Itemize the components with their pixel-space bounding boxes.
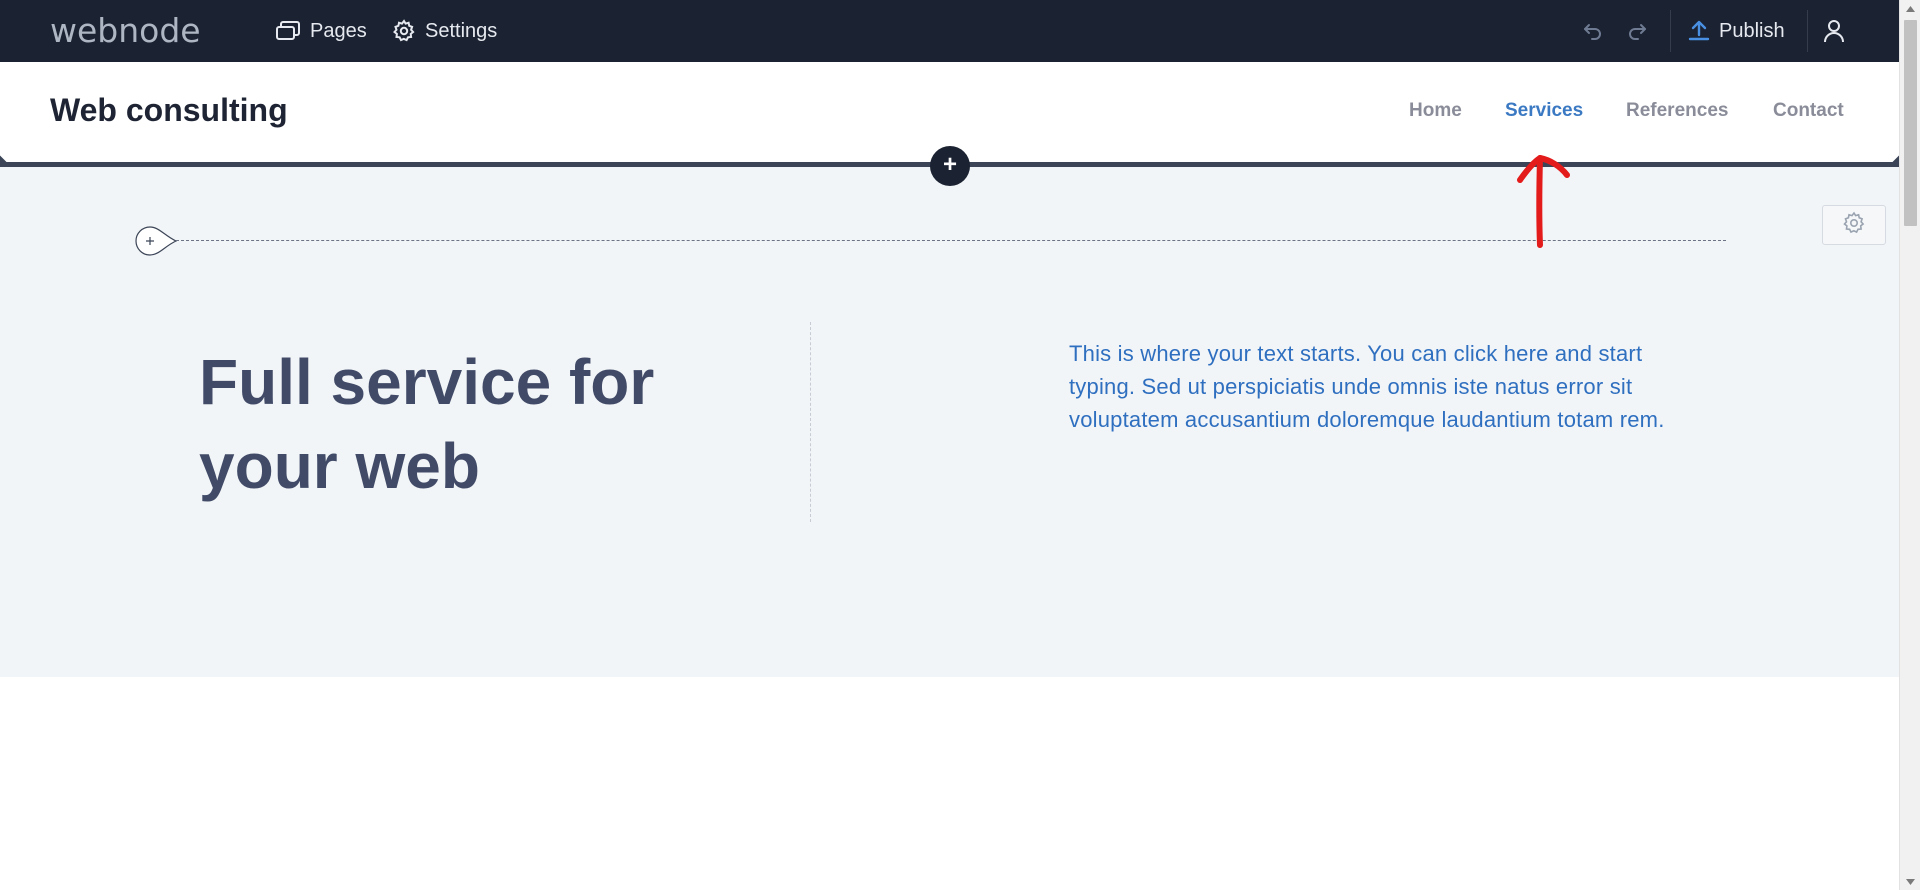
- hero-section: Full service for your web This is where …: [0, 167, 1899, 677]
- plus-icon: [135, 226, 178, 256]
- gear-icon: [1842, 211, 1866, 240]
- pages-icon: [275, 20, 301, 42]
- add-section-button[interactable]: +: [930, 146, 970, 186]
- nav-item-services[interactable]: Services: [1505, 100, 1583, 122]
- publish-button[interactable]: Publish: [1688, 0, 1785, 62]
- column-divider: [810, 322, 811, 522]
- hero-body-text[interactable]: This is where your text starts. You can …: [1069, 337, 1709, 436]
- add-row-button[interactable]: [135, 226, 178, 256]
- row-guide-line: [176, 240, 1726, 241]
- upload-icon: [1688, 20, 1710, 42]
- scrollbar-thumb[interactable]: [1904, 20, 1917, 226]
- scroll-up-button[interactable]: [1900, 0, 1920, 17]
- vertical-scrollbar[interactable]: [1899, 0, 1920, 890]
- site-title[interactable]: Web consulting: [50, 92, 288, 129]
- pages-label: Pages: [310, 19, 367, 42]
- toolbar-separator: [1670, 10, 1671, 52]
- user-icon: [1823, 19, 1845, 43]
- nav-item-references[interactable]: References: [1626, 100, 1728, 122]
- pages-button[interactable]: Pages: [275, 0, 367, 62]
- chevron-down-icon: [1906, 878, 1915, 885]
- settings-button[interactable]: Settings: [392, 0, 497, 62]
- user-account-button[interactable]: [1823, 0, 1845, 62]
- redo-button[interactable]: [1626, 0, 1648, 62]
- hero-heading[interactable]: Full service for your web: [199, 340, 759, 508]
- plus-icon: +: [942, 151, 957, 178]
- editor-toolbar: webnode Pages Settings Publish: [0, 0, 1899, 62]
- publish-label: Publish: [1719, 19, 1785, 42]
- toolbar-separator: [1807, 10, 1808, 52]
- undo-button[interactable]: [1582, 0, 1604, 62]
- gear-icon: [392, 19, 416, 43]
- webnode-logo[interactable]: webnode: [50, 12, 201, 50]
- settings-label: Settings: [425, 19, 498, 42]
- section-settings-button[interactable]: [1822, 205, 1886, 245]
- scroll-down-button[interactable]: [1900, 873, 1920, 890]
- chevron-up-icon: [1906, 5, 1915, 12]
- nav-item-contact[interactable]: Contact: [1773, 100, 1844, 122]
- redo-icon: [1626, 21, 1648, 41]
- undo-icon: [1582, 21, 1604, 41]
- nav-item-home[interactable]: Home: [1409, 100, 1462, 122]
